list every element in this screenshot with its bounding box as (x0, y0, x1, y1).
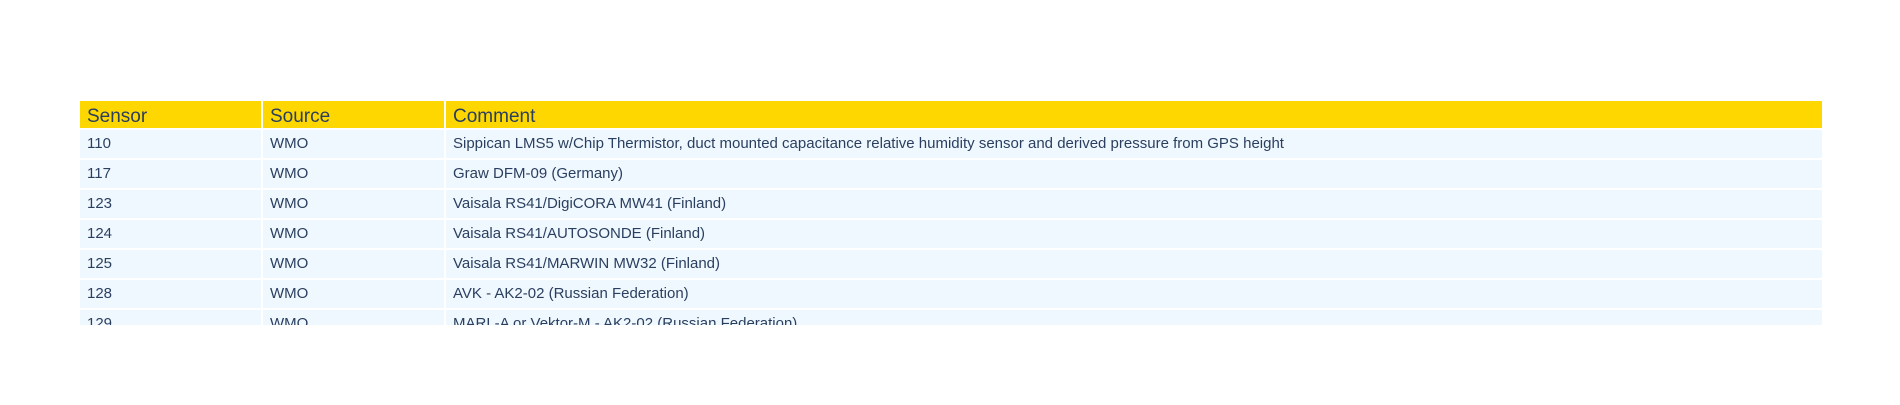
cell-source: WMO (263, 280, 444, 308)
cell-source: WMO (263, 310, 444, 325)
cell-comment: Vaisala RS41/AUTOSONDE (Finland) (446, 220, 1822, 248)
sensor-table: Sensor Source Comment 110 WMO Sippican L… (80, 101, 1822, 325)
cell-comment: AVK - AK2-02 (Russian Federation) (446, 280, 1822, 308)
table-row: 128 WMO AVK - AK2-02 (Russian Federation… (80, 280, 1822, 308)
cell-sensor: 125 (80, 250, 261, 278)
column-header-sensor: Sensor (80, 101, 261, 128)
table-row: 110 WMO Sippican LMS5 w/Chip Thermistor,… (80, 130, 1822, 158)
cell-sensor: 110 (80, 130, 261, 158)
cell-comment: Vaisala RS41/DigiCORA MW41 (Finland) (446, 190, 1822, 218)
table-row: 129 WMO MARL-A or Vektor-M - AK2-02 (Rus… (80, 310, 1822, 325)
cell-source: WMO (263, 220, 444, 248)
cell-comment: Sippican LMS5 w/Chip Thermistor, duct mo… (446, 130, 1822, 158)
table-row: 123 WMO Vaisala RS41/DigiCORA MW41 (Finl… (80, 190, 1822, 218)
table-row: 124 WMO Vaisala RS41/AUTOSONDE (Finland) (80, 220, 1822, 248)
cell-comment: Graw DFM-09 (Germany) (446, 160, 1822, 188)
cell-sensor: 128 (80, 280, 261, 308)
cell-source: WMO (263, 160, 444, 188)
cell-source: WMO (263, 250, 444, 278)
cell-source: WMO (263, 190, 444, 218)
cell-sensor: 124 (80, 220, 261, 248)
cell-sensor: 123 (80, 190, 261, 218)
sensor-table-viewport: Sensor Source Comment 110 WMO Sippican L… (80, 101, 1822, 325)
cell-sensor: 117 (80, 160, 261, 188)
table-row: 117 WMO Graw DFM-09 (Germany) (80, 160, 1822, 188)
cell-comment: MARL-A or Vektor-M - AK2-02 (Russian Fed… (446, 310, 1822, 325)
cell-sensor: 129 (80, 310, 261, 325)
cell-source: WMO (263, 130, 444, 158)
column-header-comment: Comment (446, 101, 1822, 128)
cell-comment: Vaisala RS41/MARWIN MW32 (Finland) (446, 250, 1822, 278)
table-row: 125 WMO Vaisala RS41/MARWIN MW32 (Finlan… (80, 250, 1822, 278)
table-header-row: Sensor Source Comment (80, 101, 1822, 128)
column-header-source: Source (263, 101, 444, 128)
